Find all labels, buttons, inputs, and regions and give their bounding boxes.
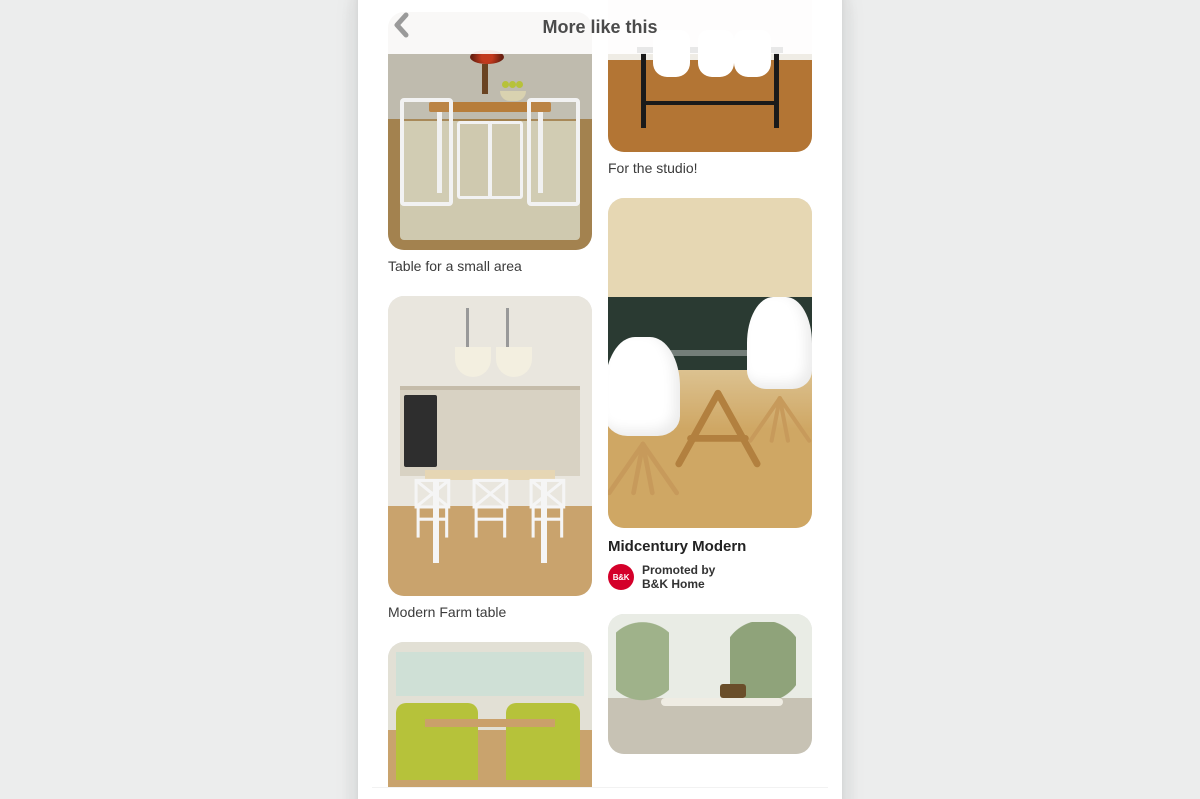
- header: More like this: [372, 0, 828, 54]
- tab-notifications[interactable]: [635, 795, 679, 799]
- app-screen: More like this: [372, 0, 828, 799]
- back-button[interactable]: [382, 0, 422, 54]
- promoter-badge-icon: B&K: [608, 564, 634, 590]
- promoted-row[interactable]: B&K Promoted by B&K Home: [608, 563, 812, 592]
- tab-search[interactable]: [521, 795, 565, 799]
- tab-home[interactable]: [407, 795, 451, 799]
- pin-title: Midcentury Modern: [608, 538, 812, 555]
- promoted-label: Promoted by: [642, 563, 715, 577]
- feed-column-left: Table for a small area: [388, 12, 592, 788]
- pin-caption: Modern Farm table: [388, 604, 592, 620]
- device-frame: More like this: [358, 0, 842, 799]
- pin-card[interactable]: [388, 642, 592, 788]
- pin-caption: Table for a small area: [388, 258, 592, 274]
- feed-column-right: For the studio!: [608, 0, 812, 788]
- page-title: More like this: [542, 17, 657, 38]
- chevron-left-icon: [393, 12, 411, 43]
- pin-caption: For the studio!: [608, 160, 812, 176]
- pin-feed[interactable]: Table for a small area: [372, 0, 828, 788]
- pin-card[interactable]: [608, 614, 812, 754]
- promoter-name: B&K Home: [642, 577, 715, 591]
- tab-profile[interactable]: [749, 795, 793, 799]
- pin-card-promoted[interactable]: Midcentury Modern B&K Promoted by B&K Ho…: [608, 198, 812, 592]
- tab-bar: [372, 787, 828, 799]
- pin-card[interactable]: Modern Farm table: [388, 296, 592, 620]
